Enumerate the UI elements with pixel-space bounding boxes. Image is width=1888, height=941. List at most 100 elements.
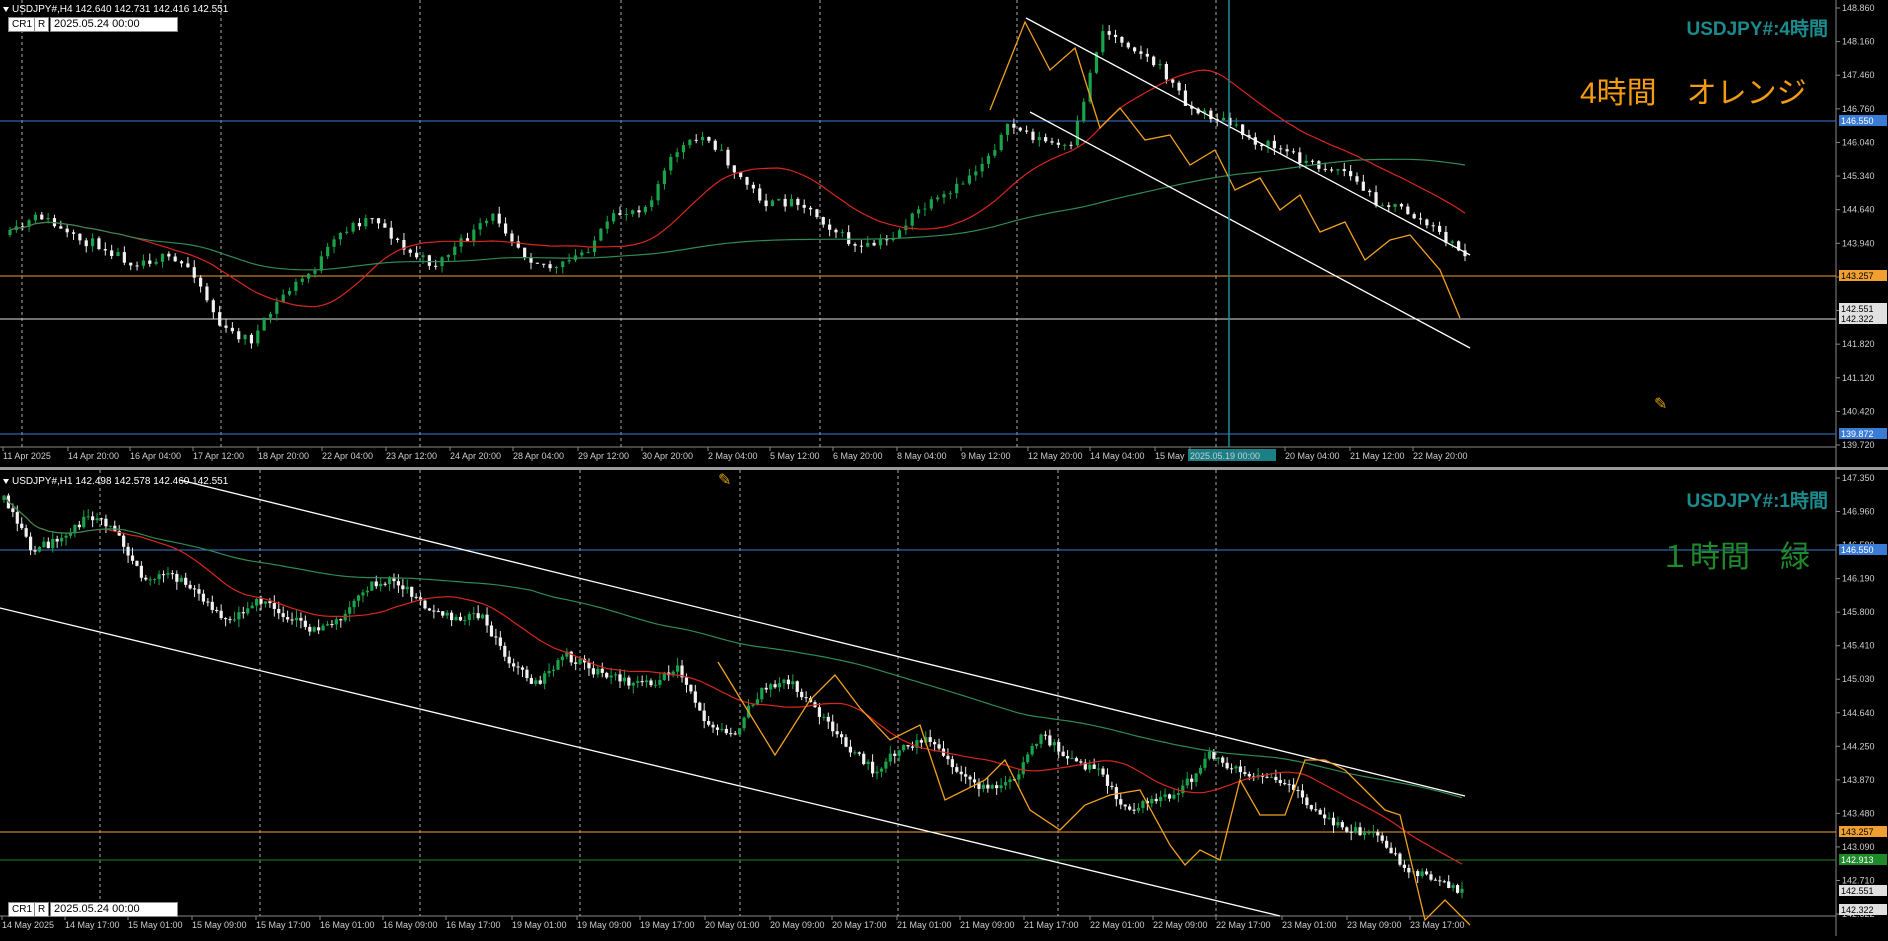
h1-chart-canvas[interactable]: 147.350146.960146.580146.190145.800145.4… bbox=[0, 470, 1888, 936]
candle-body bbox=[834, 229, 838, 233]
candle-body bbox=[1026, 754, 1030, 763]
candle-body bbox=[1450, 241, 1454, 243]
candle-body bbox=[612, 213, 616, 222]
candle-body bbox=[916, 209, 921, 214]
candle-body bbox=[421, 255, 425, 258]
candle-body bbox=[436, 611, 440, 613]
candle-body bbox=[694, 139, 698, 141]
candle-body bbox=[948, 193, 952, 195]
candle-body bbox=[596, 668, 600, 675]
date-input[interactable]: 2025.05.24 00:00 bbox=[50, 17, 178, 32]
candle-body bbox=[764, 687, 768, 690]
time-tick-label: 17 Apr 12:00 bbox=[193, 451, 244, 461]
candle-body bbox=[622, 677, 627, 682]
time-tick-label: 16 May 17:00 bbox=[446, 920, 501, 930]
h4-chart-pane[interactable]: 148.860 148.160 147.460 146.760 146.040 145.3… bbox=[0, 0, 1888, 467]
candle-body bbox=[525, 669, 529, 678]
candle-body bbox=[872, 242, 876, 246]
candle-body bbox=[1034, 743, 1039, 747]
candle-body bbox=[1150, 798, 1154, 804]
candle-body bbox=[348, 607, 352, 614]
candle-body bbox=[1123, 804, 1127, 807]
candle-body bbox=[1298, 152, 1302, 164]
candle-body bbox=[326, 246, 330, 257]
candle-body bbox=[848, 746, 853, 753]
candle-body bbox=[1145, 53, 1149, 57]
candle-body bbox=[299, 617, 303, 621]
candle-body bbox=[122, 535, 126, 547]
pen-icon[interactable]: ✎ bbox=[1654, 394, 1667, 414]
candle-body bbox=[1327, 817, 1331, 819]
candle-body bbox=[605, 221, 609, 229]
cr1-button[interactable]: CR1 bbox=[8, 902, 37, 917]
candle-body bbox=[923, 208, 927, 210]
candle-body bbox=[1238, 766, 1243, 773]
candle-body bbox=[160, 253, 165, 262]
candle-body bbox=[822, 716, 826, 718]
r-button[interactable]: R bbox=[34, 17, 50, 32]
candle-body bbox=[313, 270, 317, 274]
candle-body bbox=[1266, 140, 1270, 147]
candle-body bbox=[1101, 768, 1105, 775]
candle-body bbox=[879, 768, 884, 772]
h1-chart-pane[interactable]: 147.350146.960146.580146.190145.800145.4… bbox=[0, 470, 1888, 936]
candle-body bbox=[713, 140, 717, 150]
candle-body bbox=[1012, 123, 1016, 128]
candle-body bbox=[97, 238, 101, 250]
candle-body bbox=[268, 601, 272, 604]
candle-body bbox=[1367, 832, 1371, 834]
candle-body bbox=[990, 785, 994, 789]
candle-body bbox=[1361, 181, 1365, 191]
candle-body bbox=[1340, 822, 1344, 828]
collapse-triangle-icon[interactable] bbox=[3, 6, 9, 12]
price-tick-label: 141.820 bbox=[1842, 339, 1875, 349]
candle-body bbox=[1172, 794, 1176, 799]
candle-body bbox=[1323, 168, 1327, 170]
price-tick-label: 145.410 bbox=[1842, 641, 1875, 651]
candle-body bbox=[967, 175, 972, 184]
candle-body bbox=[1005, 123, 1010, 135]
time-tick-label: 23 May 09:00 bbox=[1347, 920, 1402, 930]
date-input[interactable]: 2025.05.24 00:00 bbox=[50, 902, 178, 917]
candle-body bbox=[449, 612, 454, 621]
candle-body bbox=[427, 255, 431, 266]
candle-body bbox=[1008, 779, 1012, 783]
candle-body bbox=[263, 601, 268, 604]
candle-body bbox=[1418, 218, 1423, 220]
candle-body bbox=[157, 574, 161, 580]
cr1-button[interactable]: CR1 bbox=[8, 17, 37, 32]
r-button[interactable]: R bbox=[34, 902, 50, 917]
candle-body bbox=[334, 619, 338, 625]
candle-body bbox=[303, 620, 307, 627]
candle-body bbox=[321, 625, 325, 631]
candle-body bbox=[478, 223, 482, 230]
candle-body bbox=[847, 232, 851, 245]
candle-body bbox=[936, 197, 940, 200]
time-tick-label: 28 Apr 04:00 bbox=[513, 451, 564, 461]
candle-body bbox=[1274, 776, 1278, 781]
candle-body bbox=[884, 761, 888, 769]
candle-body bbox=[906, 745, 910, 747]
candle-body bbox=[1429, 874, 1433, 880]
candle-body bbox=[1234, 124, 1238, 126]
candle-body bbox=[804, 697, 808, 699]
candle-body bbox=[1393, 204, 1397, 207]
candle-body bbox=[808, 207, 813, 210]
candle-body bbox=[1385, 840, 1389, 848]
collapse-triangle-icon[interactable] bbox=[3, 478, 9, 484]
candle-body bbox=[961, 183, 965, 185]
candle-body bbox=[1167, 794, 1172, 799]
price-tick-label: 146.040 bbox=[1842, 137, 1875, 147]
pen-icon[interactable]: ✎ bbox=[718, 470, 731, 490]
candle-body bbox=[427, 608, 432, 611]
candle-body bbox=[379, 583, 383, 587]
candle-body bbox=[434, 265, 438, 267]
h4-chart-title: USDJPY#:4時間 bbox=[1686, 19, 1829, 40]
candle-body bbox=[1139, 51, 1143, 54]
candle-body bbox=[307, 273, 311, 279]
candle-body bbox=[170, 573, 175, 575]
candle-body bbox=[1389, 847, 1393, 854]
candle-body bbox=[374, 581, 378, 587]
candle-body bbox=[676, 665, 680, 672]
candle-body bbox=[999, 785, 1003, 789]
